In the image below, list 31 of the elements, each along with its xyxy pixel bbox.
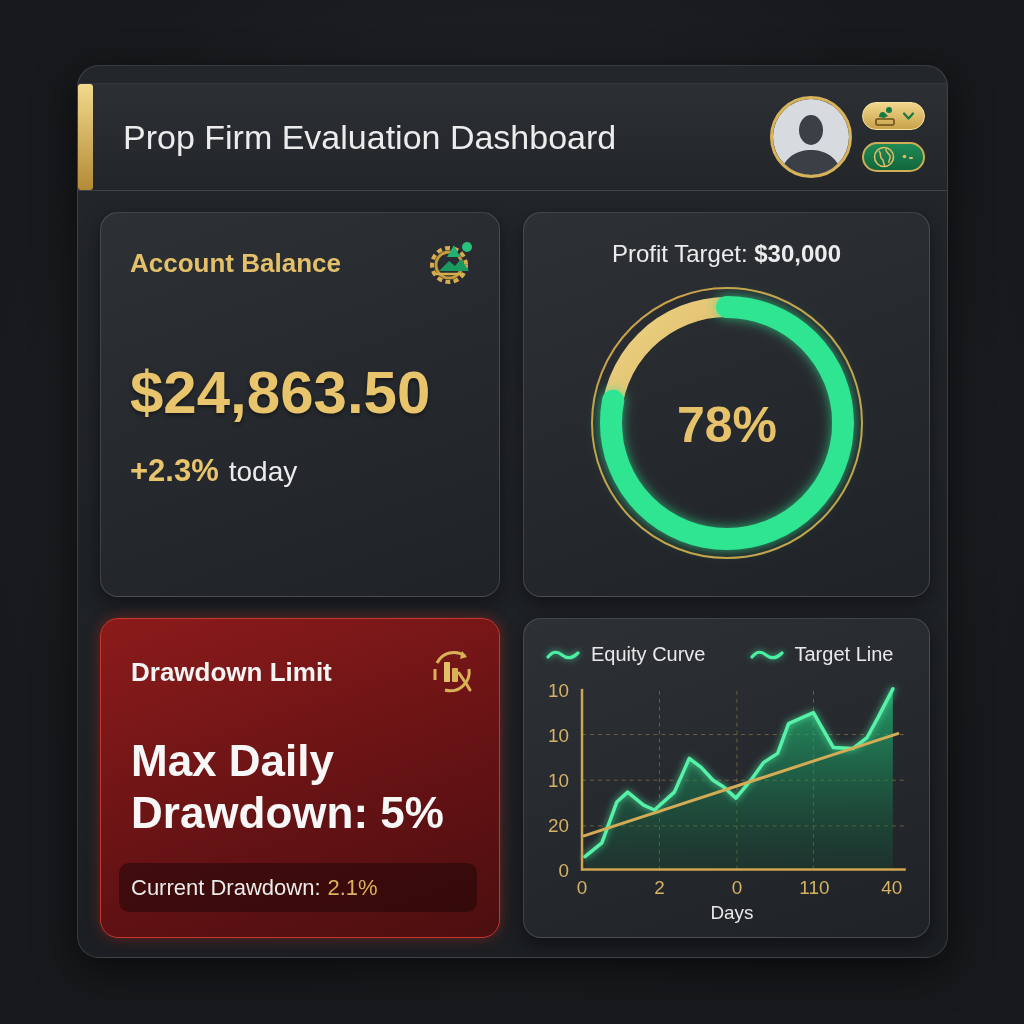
change-period: today — [228, 455, 298, 489]
globe-button[interactable] — [862, 142, 925, 172]
legend-label: Equity Curve — [591, 643, 706, 667]
x-tick-label: 0 — [731, 876, 743, 898]
balance-amount: $24,863.50 — [130, 360, 432, 426]
x-tick-label: 0 — [576, 876, 588, 898]
y-tick-label: 20 — [548, 814, 570, 836]
user-menu-button[interactable] — [862, 102, 925, 130]
y-tick-label: 10 — [548, 770, 570, 792]
person-silhouette-icon[interactable] — [770, 96, 852, 178]
progress-percent: 78% — [676, 397, 777, 453]
x-tick-label: 110 — [799, 876, 830, 898]
x-axis-title: Days — [710, 901, 754, 923]
globe-icon — [873, 146, 895, 168]
current-drawdown-label: Current Drawdown: — [131, 874, 321, 901]
x-tick-label: 40 — [881, 876, 903, 898]
daily-change: +2.3% — [130, 453, 219, 489]
card-title: Drawdown Limit — [131, 656, 332, 688]
dashboard-title: Prop Firm Evaluation Dashboard — [123, 117, 618, 157]
y-tick-label: 10 — [548, 725, 570, 747]
current-drawdown-value: 2.1% — [327, 874, 378, 901]
profit-target-title: Profit Target: $30,000 — [611, 239, 842, 269]
card-title: Account Balance — [130, 247, 341, 279]
legend-label: Target Line — [794, 643, 894, 667]
caret-icon — [902, 112, 914, 120]
y-tick-label: 10 — [548, 680, 570, 702]
person-desk-icon — [873, 106, 896, 126]
x-tick-label: 2 — [654, 876, 665, 898]
max-drawdown-headline: Max Daily Drawdown: 5% — [131, 735, 445, 839]
dots-icon — [902, 154, 914, 160]
y-tick-label: 0 — [558, 859, 570, 881]
